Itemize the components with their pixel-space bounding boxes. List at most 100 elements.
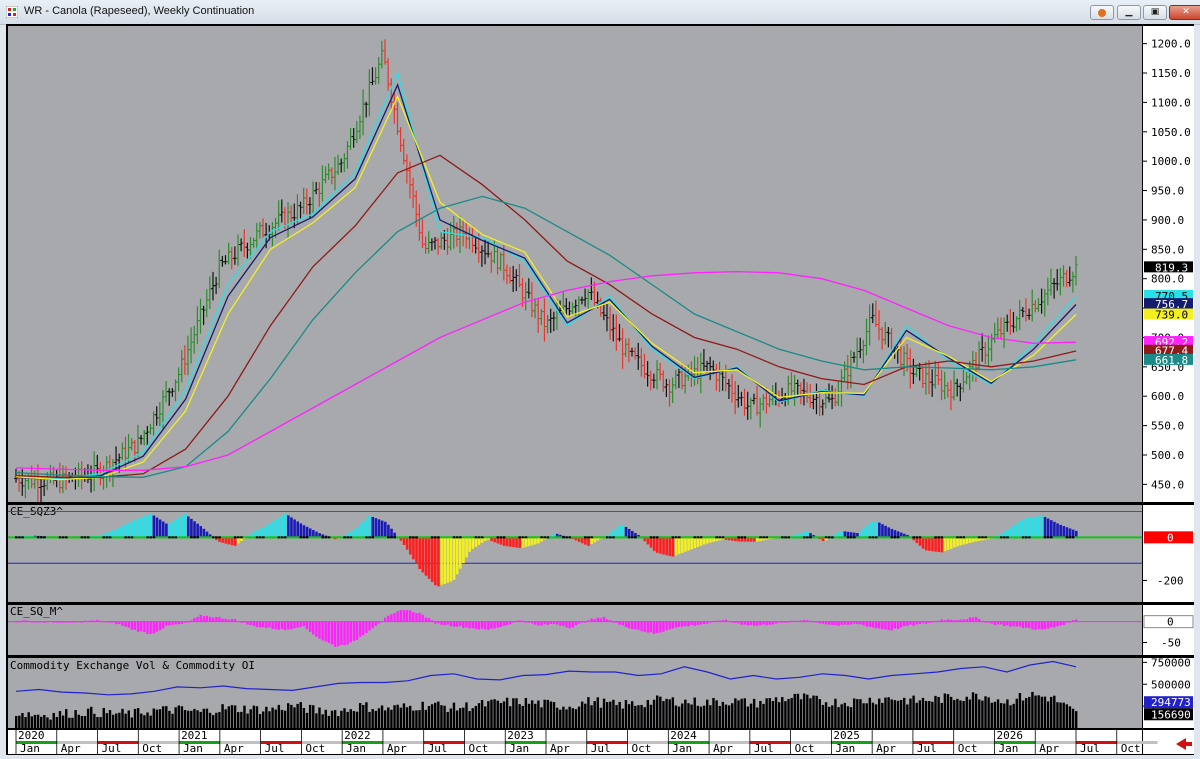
momentum-histogram-bar — [924, 621, 928, 624]
squeeze-dot — [496, 536, 500, 539]
momentum-histogram-bar — [852, 621, 856, 624]
squeeze-histogram-bar — [465, 537, 468, 558]
help-button[interactable] — [1090, 5, 1114, 20]
volume-bar — [108, 710, 112, 728]
volume-bar — [65, 709, 68, 728]
momentum-histogram-bar — [237, 620, 240, 622]
squeeze-dot — [699, 536, 703, 539]
y-tick-label: 1150.0 — [1151, 67, 1191, 80]
momentum-histogram-bar — [99, 620, 102, 622]
squeeze-dot — [468, 536, 471, 539]
momentum-histogram-bar — [693, 621, 696, 626]
squeeze-dot — [462, 536, 465, 539]
squeeze-dot — [587, 536, 590, 539]
squeeze-dot — [174, 536, 178, 539]
volume-bar — [943, 693, 947, 728]
momentum-histogram-bar — [124, 621, 127, 627]
momentum-histogram-bar — [540, 621, 543, 626]
squeeze-dot — [959, 536, 962, 539]
squeeze-dot — [771, 536, 775, 539]
squeeze-dot — [987, 536, 991, 539]
momentum-histogram-bar — [490, 621, 493, 629]
momentum-histogram-bar — [421, 614, 424, 622]
minimize-icon: ▁ — [1125, 7, 1133, 17]
squeeze-dot — [433, 536, 437, 539]
volume-bar — [252, 705, 256, 728]
momentum-histogram-bar — [1012, 621, 1015, 627]
squeeze-dot — [77, 536, 81, 539]
maximize-button[interactable]: ▣ — [1143, 5, 1167, 20]
squeeze-dot — [111, 536, 115, 539]
momentum-histogram-bar — [856, 621, 859, 625]
volume-bar — [906, 704, 909, 728]
squeeze-dot — [721, 536, 725, 539]
momentum-histogram-bar — [971, 617, 975, 622]
momentum-histogram-bar — [562, 621, 565, 627]
volume-bar — [262, 711, 265, 728]
squeeze-dot — [180, 536, 184, 539]
volume-bar — [302, 708, 306, 728]
squeeze-dot — [931, 536, 934, 539]
squeeze-dot — [512, 536, 515, 539]
momentum-histogram-bar — [1024, 621, 1028, 628]
volume-bar — [1006, 699, 1009, 728]
squeeze-histogram-bar — [934, 537, 937, 552]
squeeze-histogram-bar — [521, 537, 525, 548]
squeeze-histogram-bar — [161, 521, 165, 538]
momentum-histogram-bar — [305, 621, 309, 630]
squeeze-histogram-bar — [868, 523, 872, 538]
squeeze-dot — [749, 536, 753, 539]
squeeze-dot — [327, 536, 331, 539]
momentum-histogram-bar — [1075, 619, 1078, 622]
squeeze-histogram-bar — [659, 537, 662, 554]
momentum-histogram-bar — [55, 621, 59, 623]
squeeze-histogram-bar — [1028, 517, 1031, 538]
volume-bar — [731, 703, 734, 728]
squeeze-dot — [953, 536, 956, 539]
momentum-histogram-bar — [543, 621, 546, 625]
x-tick-label: Apr — [713, 742, 733, 755]
squeeze-histogram-bar — [702, 537, 706, 545]
squeeze-dot — [312, 536, 315, 539]
momentum-histogram-bar — [262, 621, 265, 628]
volume-bar — [155, 709, 159, 728]
momentum-histogram-bar — [899, 621, 903, 628]
momentum-histogram-bar — [224, 618, 227, 622]
squeeze-dot — [834, 536, 837, 539]
volume-bar — [593, 701, 596, 728]
squeeze-dot — [693, 536, 697, 539]
squeeze-dot — [115, 536, 118, 539]
volume-bar — [824, 702, 828, 728]
momentum-histogram-bar — [818, 621, 821, 624]
squeeze-histogram-bar — [534, 537, 537, 545]
squeeze-histogram-bar — [1012, 525, 1016, 538]
volume-bar — [884, 697, 887, 728]
x-tick-label: Oct — [468, 742, 488, 755]
volume-bar — [837, 707, 840, 728]
momentum-histogram-bar — [846, 621, 850, 625]
squeeze-dot — [609, 536, 612, 539]
close-button[interactable]: ✕ — [1169, 5, 1200, 20]
squeeze-dot — [1031, 536, 1034, 539]
squeeze-histogram-bar — [437, 537, 440, 587]
momentum-histogram-bar — [49, 620, 52, 622]
squeeze-dot — [274, 536, 278, 539]
volume-bar — [412, 710, 415, 728]
volume-bar — [584, 703, 587, 728]
volume-bar — [440, 705, 443, 728]
year-label: 2022 — [344, 729, 371, 742]
momentum-histogram-bar — [893, 621, 897, 629]
momentum-histogram-bar — [1018, 621, 1022, 627]
squeeze-dot — [765, 536, 769, 539]
squeeze-dot — [390, 536, 393, 539]
momentum-histogram-bar — [712, 621, 715, 623]
volume-bar — [852, 698, 856, 728]
volume-bar — [996, 699, 1000, 728]
momentum-histogram-bar — [768, 621, 771, 625]
momentum-histogram-bar — [443, 621, 446, 626]
squeeze-histogram-bar — [471, 537, 475, 549]
volume-bar — [396, 704, 399, 728]
minimize-button[interactable]: ▁ — [1117, 5, 1141, 20]
chart-canvas[interactable]: 450.0500.0550.0600.0650.0700.0750.0800.0… — [6, 24, 1194, 755]
momentum-histogram-bar — [931, 621, 934, 623]
